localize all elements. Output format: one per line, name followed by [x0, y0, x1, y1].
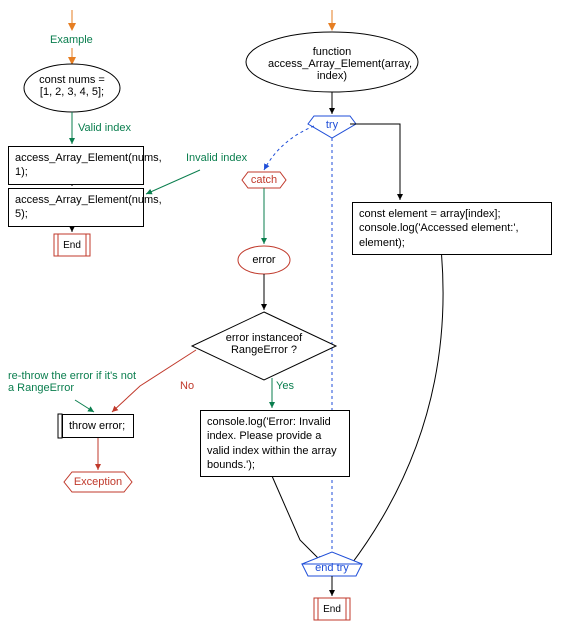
rethrow-note: re-throw the error if it's not a RangeEr… [8, 370, 138, 394]
call2-box: access_Array_Element(nums, 5); [8, 188, 144, 227]
try-keyword: try [322, 119, 342, 131]
instanceof-question: error instanceof RangeError ? [214, 332, 314, 356]
call1-box: access_Array_Element(nums, 1); [8, 146, 144, 185]
function-signature: function access_Array_Element(array, ind… [268, 46, 396, 82]
valid-index-label: Valid index [78, 122, 131, 134]
end-label-right: End [322, 604, 342, 615]
invalid-index-label: Invalid index [186, 152, 247, 164]
yes-label: Yes [276, 380, 294, 392]
end-label-left: End [62, 240, 82, 251]
log-error-box: console.log('Error: Invalid index. Pleas… [200, 410, 350, 477]
exception-label: Exception [70, 476, 126, 488]
catch-keyword: catch [248, 174, 280, 186]
example-label: Example [50, 34, 93, 46]
end-try-label: end try [310, 562, 354, 574]
no-label: No [180, 380, 194, 392]
const-decl-text: const nums = [1, 2, 3, 4, 5]; [36, 74, 108, 98]
throw-box: throw error; [62, 414, 134, 438]
try-body-box: const element = array[index]; console.lo… [352, 202, 552, 255]
error-obj: error [248, 254, 280, 266]
